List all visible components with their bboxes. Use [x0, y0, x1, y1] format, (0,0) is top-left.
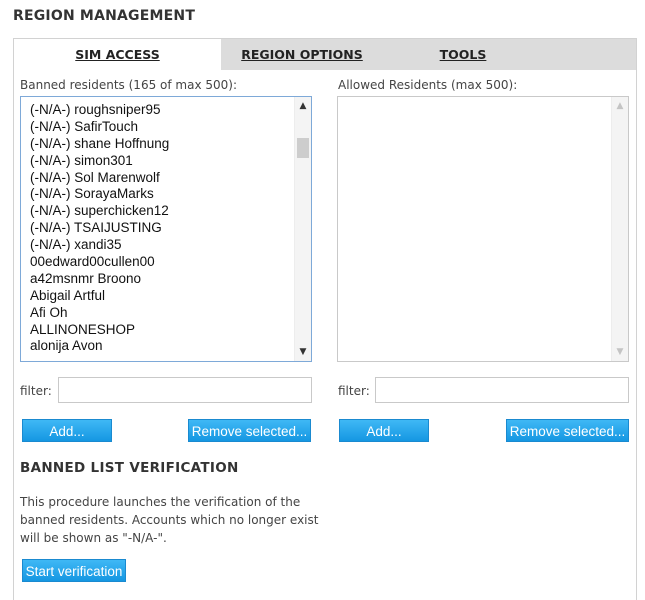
list-item[interactable]: ALLINONESHOP: [30, 322, 169, 339]
allowed-list-scrollbar[interactable]: ▲ ▼: [611, 97, 628, 361]
banned-residents-list[interactable]: (-N/A-) roughsniper95 (-N/A-) SafirTouch(…: [20, 96, 312, 362]
verification-description: This procedure launches the verification…: [20, 495, 319, 545]
allowed-remove-selected-button[interactable]: Remove selected...: [506, 419, 629, 442]
banned-list-label: Banned residents (165 of max 500):: [20, 78, 237, 92]
banned-items-container: (-N/A-) roughsniper95 (-N/A-) SafirTouch(…: [30, 102, 169, 355]
arrow-down-icon[interactable]: ▼: [295, 344, 311, 360]
tab-region-options[interactable]: REGION OPTIONS: [221, 39, 383, 71]
tab-sim-access[interactable]: SIM ACCESS: [14, 39, 221, 71]
allowed-filter-input[interactable]: [375, 377, 629, 403]
list-item[interactable]: (-N/A-) TSAIJUSTING: [30, 220, 169, 237]
list-item[interactable]: (-N/A-) superchicken12: [30, 203, 169, 220]
list-item[interactable]: (-N/A-) roughsniper95: [30, 102, 169, 119]
scrollbar-thumb[interactable]: [297, 138, 309, 158]
tab-tools[interactable]: TOOLS: [383, 39, 543, 71]
list-item[interactable]: (-N/A-) shane Hoffnung: [30, 136, 169, 153]
arrow-down-icon: ▼: [616, 347, 624, 357]
allowed-filter-label: filter:: [338, 384, 370, 398]
list-item[interactable]: (-N/A-) SorayaMarks: [30, 186, 169, 203]
list-item[interactable]: (-N/A-) SafirTouch: [30, 119, 169, 136]
list-item[interactable]: (-N/A-) Sol Marenwolf: [30, 170, 169, 187]
list-item[interactable]: (-N/A-) simon301: [30, 153, 169, 170]
allowed-list-label: Allowed Residents (max 500):: [338, 78, 518, 92]
allowed-residents-list[interactable]: ▲ ▼: [337, 96, 629, 362]
list-item[interactable]: 00edward00cullen00: [30, 254, 169, 271]
banned-add-button[interactable]: Add...: [22, 419, 112, 442]
list-item[interactable]: (-N/A-) xandi35: [30, 237, 169, 254]
arrow-up-icon: ▲: [616, 101, 624, 111]
banned-list-scrollbar[interactable]: ▲ ▼: [294, 97, 311, 361]
tab-bar: SIM ACCESS REGION OPTIONS TOOLS: [13, 38, 637, 71]
start-verification-button[interactable]: Start verification: [22, 559, 126, 582]
list-item[interactable]: Abigail Artful: [30, 288, 169, 305]
banned-filter-input[interactable]: [58, 377, 312, 403]
page-title: REGION MANAGEMENT: [13, 8, 196, 24]
list-item[interactable]: alonija Avon: [30, 338, 169, 355]
arrow-up-icon[interactable]: ▲: [295, 98, 311, 114]
verification-heading: BANNED LIST VERIFICATION: [20, 460, 239, 476]
banned-remove-selected-button[interactable]: Remove selected...: [188, 419, 311, 442]
allowed-add-button[interactable]: Add...: [339, 419, 429, 442]
banned-filter-label: filter:: [20, 384, 52, 398]
list-item[interactable]: a42msnmr Broono: [30, 271, 169, 288]
list-item[interactable]: Afi Oh: [30, 305, 169, 322]
